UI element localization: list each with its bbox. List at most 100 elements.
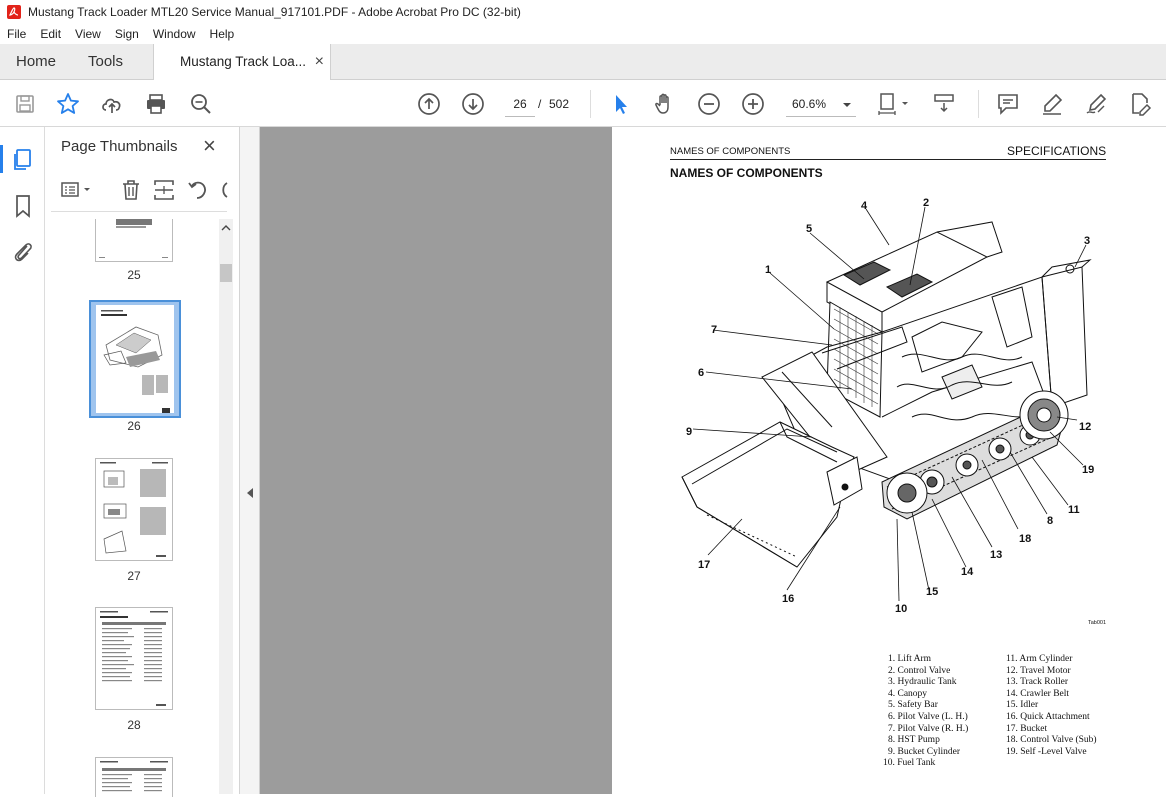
pages-icon [14, 149, 31, 170]
arrow-down-circle-icon [462, 93, 484, 115]
bookmark-star-button[interactable] [55, 91, 81, 117]
toolbar-divider-2 [978, 90, 979, 118]
callout-3: 3 [1084, 235, 1090, 247]
callout-16: 16 [782, 593, 794, 605]
previous-page-button[interactable] [416, 91, 442, 117]
zoom-search-button[interactable] [188, 91, 214, 117]
menu-file[interactable]: File [0, 27, 33, 41]
thumbnail-label: 25 [127, 268, 141, 282]
tab-close-button[interactable]: × [315, 44, 324, 80]
callout-6: 6 [698, 367, 704, 379]
page-thumbnails-rail-button[interactable] [10, 147, 36, 173]
menu-view[interactable]: View [68, 27, 108, 41]
callout-5: 5 [806, 223, 812, 235]
comment-button[interactable] [995, 91, 1021, 117]
title-bar: Mustang Track Loader MTL20 Service Manua… [0, 0, 1166, 24]
thumbnail-label: 28 [127, 718, 141, 732]
active-rail-indicator [0, 145, 3, 173]
legend-item: 18. Control Valve (Sub) [1006, 735, 1097, 746]
star-icon [57, 93, 79, 114]
rotate-right-button[interactable] [219, 178, 231, 202]
callout-11: 11 [1068, 504, 1080, 516]
save-button[interactable] [12, 91, 38, 117]
edit-pdf-button[interactable] [1127, 91, 1153, 117]
thumbnail-options-menu[interactable] [59, 178, 97, 202]
cloud-upload-icon [102, 98, 121, 113]
menu-help[interactable]: Help [203, 27, 242, 41]
page-number-input[interactable]: 26 [505, 91, 535, 117]
figure-id: Tab001 [1088, 620, 1106, 626]
paperclip-icon [14, 243, 32, 262]
pdf-page: NAMES OF COMPONENTS SPECIFICATIONS NAMES… [612, 127, 1166, 794]
page-fit-button[interactable] [876, 91, 912, 117]
attachments-rail-button[interactable] [10, 239, 36, 265]
hand-icon [655, 93, 669, 114]
fit-page-icon [878, 93, 908, 115]
draw-button[interactable] [1083, 91, 1109, 117]
acrobat-logo-icon [7, 5, 21, 19]
track-loader-diagram: 1 2 3 4 5 6 7 8 9 10 11 12 13 14 15 16 1… [681, 197, 1106, 626]
left-navigation-rail [0, 127, 45, 794]
callout-9: 9 [686, 426, 692, 438]
tab-tools[interactable]: Tools [88, 44, 123, 80]
thumbnail-page-27[interactable] [95, 458, 173, 561]
document-viewport[interactable]: NAMES OF COMPONENTS SPECIFICATIONS NAMES… [260, 127, 1166, 794]
chevron-down-icon [843, 103, 851, 107]
zoom-level-value: 60.6% [792, 97, 827, 111]
total-pages: 502 [549, 97, 570, 111]
legend-item: 8. HST Pump [888, 735, 940, 746]
legend-item: 12. Travel Motor [1006, 665, 1071, 676]
rotate-pages-button[interactable] [186, 178, 210, 202]
menu-window[interactable]: Window [146, 27, 203, 41]
legend-item: 17. Bucket [1006, 723, 1048, 734]
pen-sign-icon [1086, 93, 1107, 114]
highlighter-icon [1043, 93, 1063, 115]
delete-pages-button[interactable] [119, 178, 143, 202]
thumbnail-scrollbar[interactable] [219, 219, 233, 794]
legend-item: 11. Arm Cylinder [1006, 654, 1073, 664]
arrow-up-circle-icon [418, 93, 440, 115]
callout-15: 15 [926, 586, 938, 598]
zoom-in-button[interactable] [740, 91, 766, 117]
next-page-button[interactable] [460, 91, 486, 117]
panel-divider [51, 211, 227, 212]
toolbar-divider [590, 90, 591, 118]
thumbnail-page-25[interactable] [95, 219, 173, 262]
panel-close-button[interactable]: × [203, 133, 216, 159]
chevron-left-icon [247, 488, 253, 498]
panel-collapse-handle[interactable] [240, 127, 260, 794]
zoom-level-dropdown[interactable]: 60.6% [786, 91, 856, 117]
magnifier-icon [191, 94, 211, 114]
rotate-left-icon [188, 181, 206, 199]
scrolling-mode-button[interactable] [931, 91, 957, 117]
print-button[interactable] [143, 91, 169, 117]
save-icon [16, 95, 34, 113]
thumbnail-label: 27 [127, 569, 141, 583]
scroll-up-icon [221, 225, 231, 231]
select-tool-button[interactable] [608, 91, 634, 117]
scrollbar-thumb[interactable] [220, 264, 232, 282]
menu-sign[interactable]: Sign [108, 27, 146, 41]
extract-pages-button[interactable] [152, 178, 176, 202]
tab-home[interactable]: Home [16, 44, 56, 80]
tab-document[interactable]: Mustang Track Loa... × [153, 44, 331, 81]
legend-item: 2. Control Valve [888, 665, 951, 676]
legend-item: 10. Fuel Tank [883, 758, 936, 769]
thumbnail-page-28[interactable] [95, 607, 173, 710]
callout-8: 8 [1047, 515, 1053, 527]
highlight-button[interactable] [1039, 91, 1065, 117]
trash-icon [123, 180, 139, 200]
menu-edit[interactable]: Edit [33, 27, 68, 41]
thumbnail-page-29[interactable] [95, 757, 173, 797]
zoom-out-button[interactable] [696, 91, 722, 117]
thumbnail-page-26[interactable] [96, 305, 174, 413]
bookmarks-rail-button[interactable] [10, 193, 36, 219]
tab-bar: Home Tools Mustang Track Loa... × [0, 44, 1166, 81]
legend-item: 13. Track Roller [1006, 677, 1069, 688]
callout-14: 14 [961, 566, 974, 578]
cursor-arrow-icon [616, 95, 627, 114]
menu-bar: File Edit View Sign Window Help [0, 24, 1166, 44]
hand-tool-button[interactable] [652, 91, 678, 117]
callout-17: 17 [698, 559, 710, 571]
upload-button[interactable] [99, 91, 125, 117]
